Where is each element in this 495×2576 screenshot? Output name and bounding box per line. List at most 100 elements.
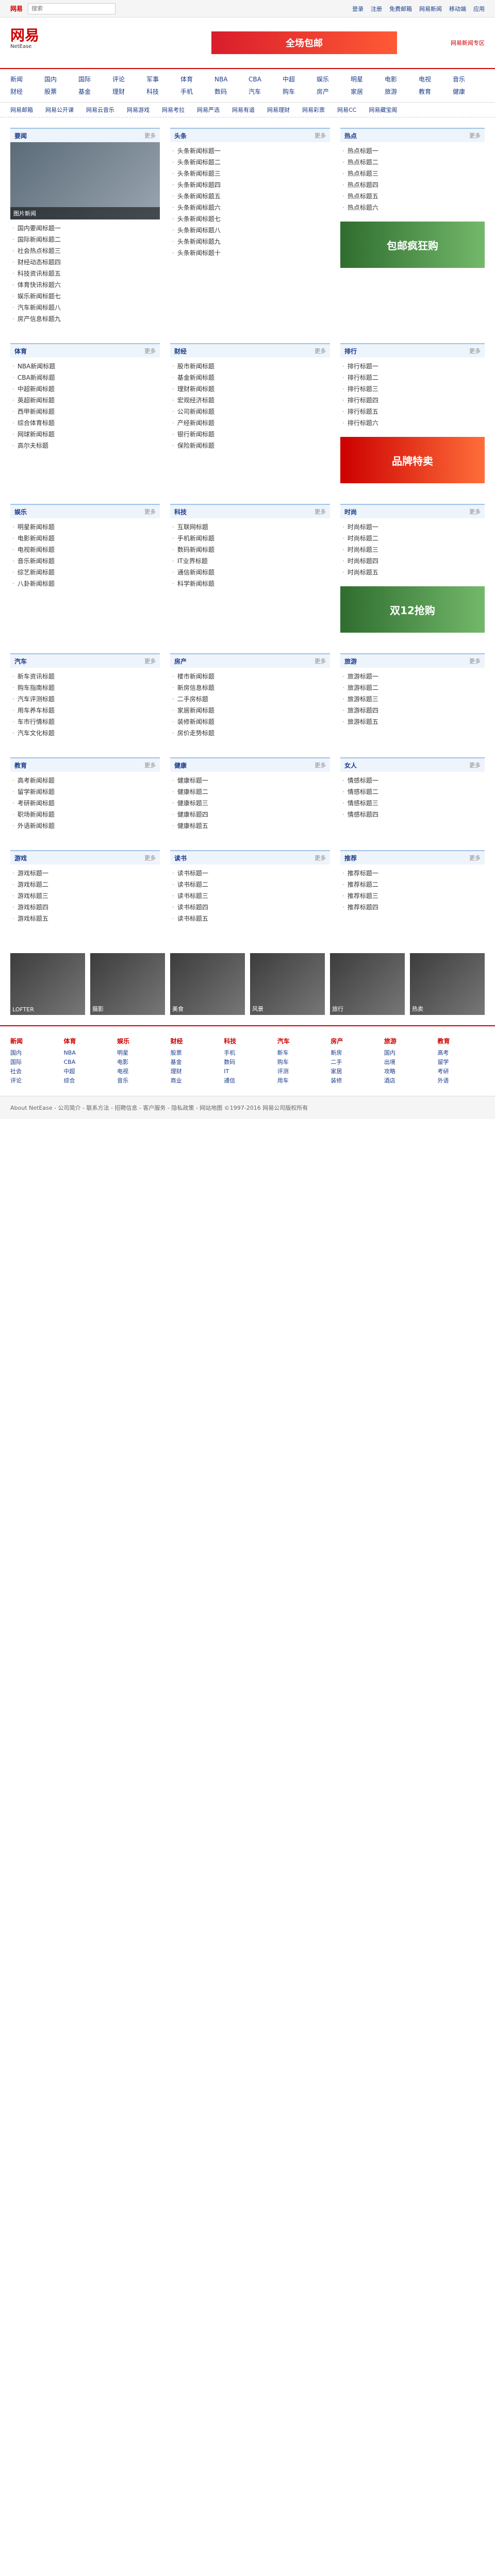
sitemap-link[interactable]: 综合 — [64, 1076, 111, 1086]
nav-link[interactable]: 新闻 — [10, 74, 42, 84]
sitemap-link[interactable]: 明星 — [117, 1048, 164, 1058]
list-item[interactable]: 科技资讯标题五 — [12, 268, 158, 279]
list-item[interactable]: 游戏标题二 — [12, 879, 158, 890]
sitemap-link[interactable]: 国际 — [10, 1058, 58, 1067]
list-item[interactable]: 通信新闻标题 — [172, 567, 328, 578]
nav-link[interactable]: 军事 — [146, 74, 178, 84]
sitemap-link[interactable]: IT — [224, 1067, 271, 1076]
more-link[interactable]: 更多 — [315, 854, 326, 862]
list-item[interactable]: 数码新闻标题 — [172, 544, 328, 555]
sub-nav-link[interactable]: 网易彩票 — [302, 106, 325, 114]
panel-title[interactable]: 要闻 — [14, 131, 27, 140]
nav-link[interactable]: 数码 — [214, 87, 246, 97]
list-item[interactable]: 考研新闻标题 — [12, 798, 158, 809]
list-item[interactable]: 旅游标题二 — [342, 682, 483, 693]
more-link[interactable]: 更多 — [144, 131, 156, 140]
sitemap-link[interactable]: 攻略 — [384, 1067, 432, 1076]
list-item[interactable]: 汽车文化标题 — [12, 727, 158, 739]
sitemap-heading[interactable]: 财经 — [171, 1037, 218, 1045]
list-item[interactable]: 西甲新闻标题 — [12, 406, 158, 417]
panel-title[interactable]: 财经 — [174, 347, 187, 355]
nav-link[interactable]: 汽车 — [249, 87, 280, 97]
list-item[interactable]: 健康标题四 — [172, 809, 328, 820]
list-item[interactable]: 中超新闻标题 — [12, 383, 158, 395]
list-item[interactable]: 游戏标题五 — [12, 913, 158, 924]
list-item[interactable]: 股市新闻标题 — [172, 361, 328, 372]
sitemap-heading[interactable]: 娱乐 — [117, 1037, 164, 1045]
list-item[interactable]: 明星新闻标题 — [12, 521, 158, 533]
sitemap-link[interactable]: 评测 — [277, 1067, 325, 1076]
nav-link[interactable]: 电影 — [385, 74, 417, 84]
list-item[interactable]: 体育快讯标题六 — [12, 279, 158, 291]
list-item[interactable]: 热点标题六 — [342, 202, 483, 213]
list-item[interactable]: 电视新闻标题 — [12, 544, 158, 555]
list-item[interactable]: 二手房标题 — [172, 693, 328, 705]
list-item[interactable]: 装修新闻标题 — [172, 716, 328, 727]
list-item[interactable]: 读书标题二 — [172, 879, 328, 890]
panel-title[interactable]: 热点 — [344, 131, 357, 140]
list-item[interactable]: 网球新闻标题 — [12, 429, 158, 440]
list-item[interactable]: 公司新闻标题 — [172, 406, 328, 417]
sitemap-link[interactable]: 酒店 — [384, 1076, 432, 1086]
sitemap-link[interactable]: 家居 — [331, 1067, 378, 1076]
list-item[interactable]: 情感标题四 — [342, 809, 483, 820]
list-item[interactable]: 头条新闻标题八 — [172, 225, 328, 236]
sitemap-link[interactable]: 留学 — [437, 1058, 485, 1067]
list-item[interactable]: 社会热点标题三 — [12, 245, 158, 257]
sitemap-link[interactable]: 手机 — [224, 1048, 271, 1058]
list-item[interactable]: 健康标题一 — [172, 775, 328, 786]
sitemap-link[interactable]: 高考 — [437, 1048, 485, 1058]
photo-news[interactable]: 图片新闻 — [10, 142, 160, 219]
list-item[interactable]: 家居新闻标题 — [172, 705, 328, 716]
top-link[interactable]: 免费邮箱 — [389, 5, 412, 13]
list-item[interactable]: 健康标题三 — [172, 798, 328, 809]
sub-nav-link[interactable]: 网易游戏 — [127, 106, 150, 114]
sitemap-link[interactable]: 基金 — [171, 1058, 218, 1067]
footer-picture[interactable]: 旅行 — [330, 953, 405, 1015]
list-item[interactable]: 旅游标题一 — [342, 671, 483, 682]
list-item[interactable]: 热点标题四 — [342, 179, 483, 191]
list-item[interactable]: 理财新闻标题 — [172, 383, 328, 395]
list-item[interactable]: 游戏标题四 — [12, 902, 158, 913]
ad-banner[interactable]: 包邮疯狂购 — [340, 222, 485, 268]
nav-link[interactable]: 教育 — [419, 87, 451, 97]
panel-title[interactable]: 汽车 — [14, 657, 27, 666]
nav-link[interactable]: 电视 — [419, 74, 451, 84]
list-item[interactable]: 排行标题二 — [342, 372, 483, 383]
list-item[interactable]: 时尚标题五 — [342, 567, 483, 578]
list-item[interactable]: 读书标题五 — [172, 913, 328, 924]
more-link[interactable]: 更多 — [315, 347, 326, 355]
list-item[interactable]: 时尚标题四 — [342, 555, 483, 567]
sub-nav-link[interactable]: 网易严选 — [197, 106, 220, 114]
panel-title[interactable]: 健康 — [174, 761, 187, 770]
sub-nav-link[interactable]: 网易理财 — [267, 106, 290, 114]
nav-link[interactable]: 中超 — [283, 74, 315, 84]
panel-title[interactable]: 读书 — [174, 854, 187, 862]
list-item[interactable]: 排行标题一 — [342, 361, 483, 372]
footer-picture[interactable]: 热卖 — [410, 953, 485, 1015]
sitemap-link[interactable]: 新车 — [277, 1048, 325, 1058]
list-item[interactable]: 留学新闻标题 — [12, 786, 158, 798]
sitemap-link[interactable]: 通信 — [224, 1076, 271, 1086]
nav-link[interactable]: 股票 — [44, 87, 76, 97]
ad-banner[interactable]: 双12抢购 — [340, 586, 485, 633]
sitemap-heading[interactable]: 房产 — [331, 1037, 378, 1045]
panel-title[interactable]: 女人 — [344, 761, 357, 770]
list-item[interactable]: 热点标题一 — [342, 145, 483, 157]
list-item[interactable]: 旅游标题五 — [342, 716, 483, 727]
nav-link[interactable]: 家居 — [351, 87, 383, 97]
list-item[interactable]: 购车指南标题 — [12, 682, 158, 693]
list-item[interactable]: 读书标题四 — [172, 902, 328, 913]
list-item[interactable]: 高考新闻标题 — [12, 775, 158, 786]
list-item[interactable]: 保险新闻标题 — [172, 440, 328, 451]
sitemap-link[interactable]: 出境 — [384, 1058, 432, 1067]
list-item[interactable]: 情感标题一 — [342, 775, 483, 786]
list-item[interactable]: 综艺新闻标题 — [12, 567, 158, 578]
panel-title[interactable]: 娱乐 — [14, 507, 27, 516]
list-item[interactable]: IT业界标题 — [172, 555, 328, 567]
top-link[interactable]: 移动端 — [449, 5, 466, 13]
list-item[interactable]: 头条新闻标题四 — [172, 179, 328, 191]
sitemap-link[interactable]: 股票 — [171, 1048, 218, 1058]
list-item[interactable]: 头条新闻标题十 — [172, 247, 328, 259]
sitemap-link[interactable]: 评论 — [10, 1076, 58, 1086]
